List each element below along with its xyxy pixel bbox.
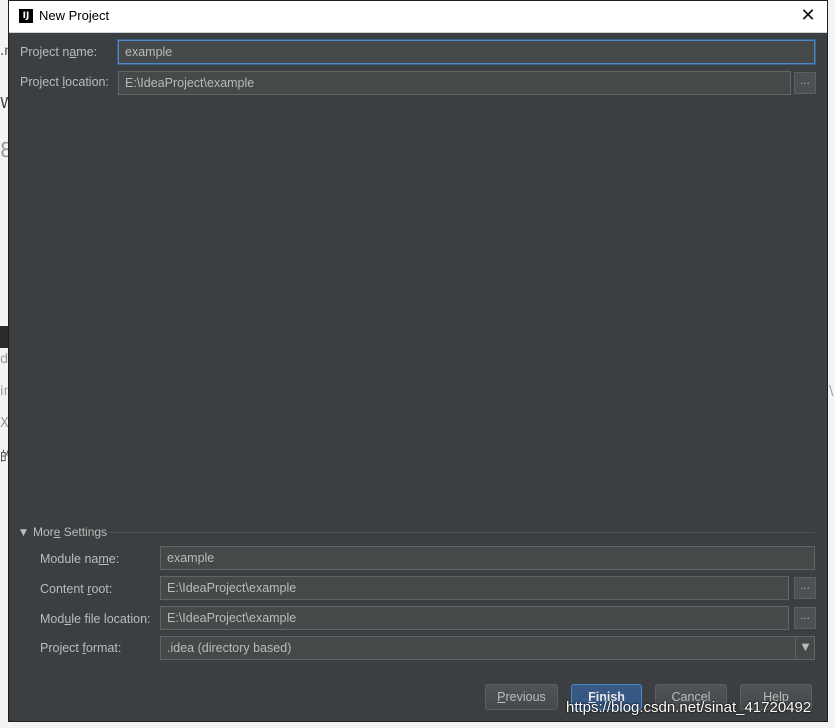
browse-project-location-button[interactable]: ... — [794, 72, 816, 94]
background-text: \ — [829, 384, 834, 399]
background-bar — [0, 326, 8, 348]
project-format-select[interactable]: .idea (directory based) — [160, 636, 815, 660]
module-file-location-label: Module file location: — [40, 612, 151, 626]
more-settings-toggle[interactable]: More Settings — [33, 525, 107, 539]
more-settings-divider — [109, 532, 815, 533]
intellij-icon: IJ — [19, 9, 33, 23]
watermark-text: https://blog.csdn.net/sinat_41720492 — [566, 699, 812, 716]
title-bar: IJ New Project ✕ — [9, 1, 827, 33]
module-name-input[interactable]: example — [160, 546, 815, 570]
project-location-input[interactable]: E:\IdeaProject\example — [118, 71, 791, 95]
content-root-input[interactable]: E:\IdeaProject\example — [160, 576, 789, 600]
module-name-label: Module name: — [40, 552, 120, 566]
module-file-location-input[interactable]: E:\IdeaProject\example — [160, 606, 789, 630]
content-root-label: Content root: — [40, 582, 113, 596]
previous-button[interactable]: Previous — [485, 684, 558, 710]
project-name-input[interactable]: example — [118, 40, 815, 64]
collapse-triangle-icon[interactable]: ▼ — [20, 528, 27, 538]
project-name-label: Project name: — [20, 45, 98, 59]
new-project-dialog: IJ New Project ✕ Project name: example P… — [8, 0, 828, 722]
close-button[interactable]: ✕ — [797, 5, 819, 27]
browse-module-file-button[interactable]: ... — [794, 607, 816, 629]
dialog-title: New Project — [39, 8, 110, 23]
browse-content-root-button[interactable]: ... — [794, 577, 816, 599]
project-format-label: Project format: — [40, 641, 122, 655]
project-location-label: Project location: — [20, 75, 109, 89]
chevron-down-icon[interactable]: ▼ — [795, 636, 815, 660]
